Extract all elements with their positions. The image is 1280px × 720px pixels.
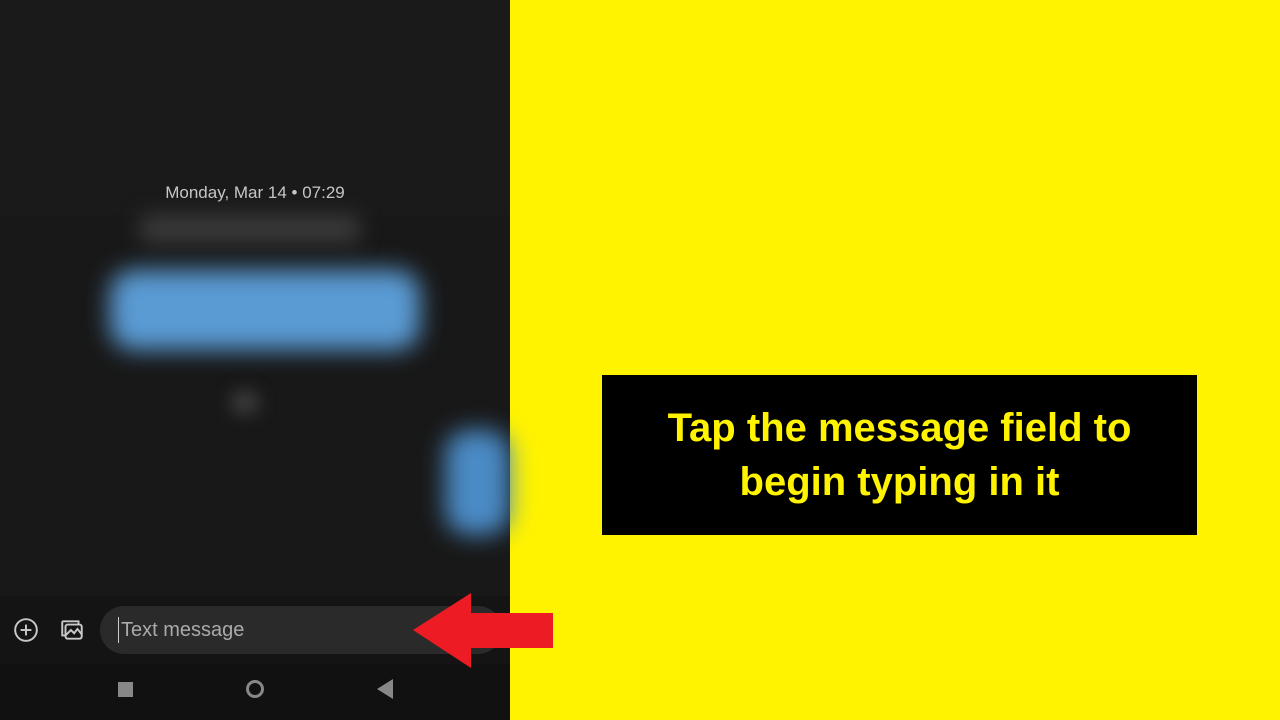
square-icon [118,682,133,697]
input-placeholder: Text message [121,619,244,642]
back-button[interactable] [372,676,398,702]
blurred-header [140,215,360,243]
gallery-button[interactable] [54,612,90,648]
home-button[interactable] [242,676,268,702]
chat-timestamp: Monday, Mar 14 • 07:29 [0,175,510,215]
recents-button[interactable] [112,676,138,702]
circle-icon [246,680,264,698]
blurred-indicator [230,390,260,415]
top-spacer [0,0,510,175]
gallery-icon [59,617,85,643]
blurred-outgoing-message [445,430,510,535]
add-attachment-button[interactable] [8,612,44,648]
triangle-icon [377,679,393,699]
text-caret [118,617,119,643]
blurred-incoming-message [110,270,420,350]
instruction-callout: Tap the message field to begin typing in… [602,375,1197,535]
annotation-arrow [413,588,553,673]
chat-messages-blurred [0,215,510,596]
instruction-text: Tap the message field to begin typing in… [630,401,1169,509]
plus-circle-icon [13,617,39,643]
